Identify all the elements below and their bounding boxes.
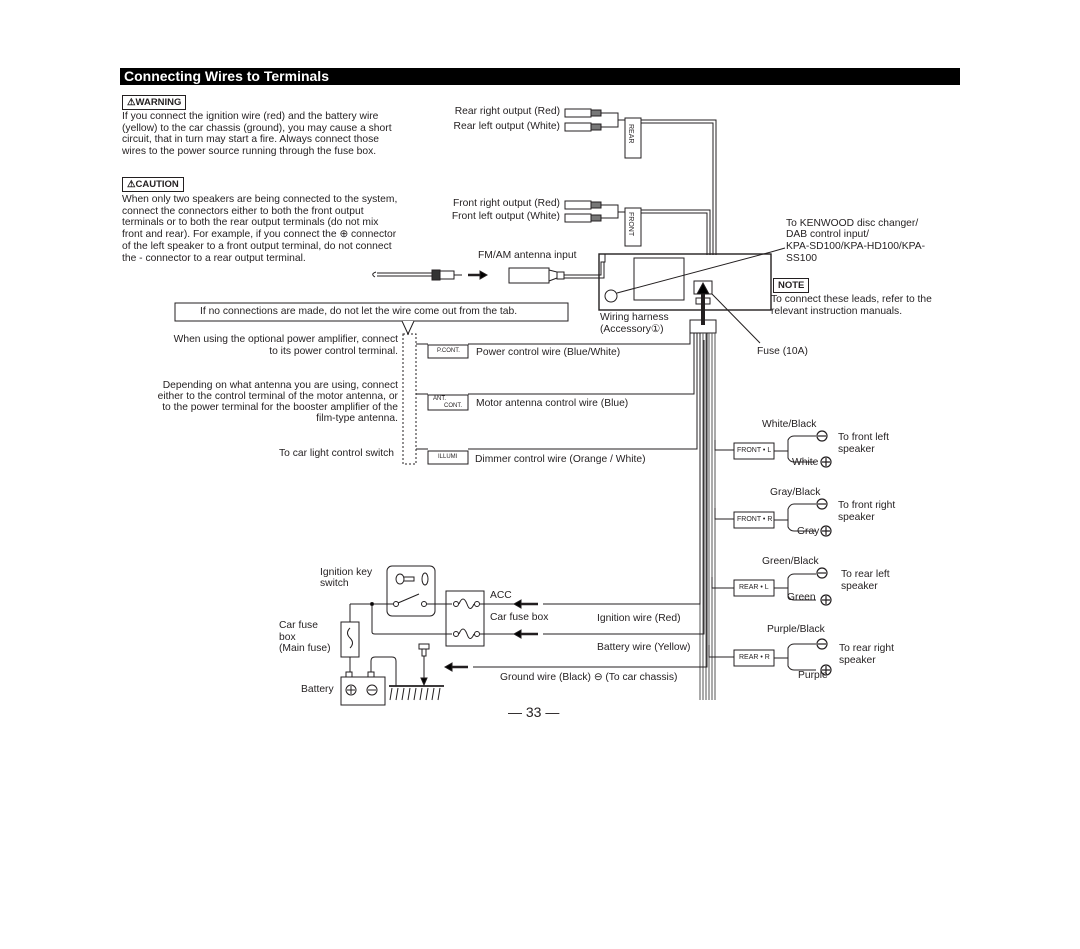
amp-note-line1: When using the optional power amplifier,… bbox=[173, 334, 398, 345]
front-left-rca-tip bbox=[590, 214, 602, 222]
antenna-plug bbox=[431, 269, 441, 281]
p-cont-tag-text: P.CONT. bbox=[437, 348, 460, 354]
ant-tag-text1: ANT. bbox=[433, 396, 447, 402]
motor-antenna-wire-label: Motor antenna control wire (Blue) bbox=[476, 398, 629, 409]
changer-line3: KPA-SD100/KPA-HD100/KPA- bbox=[786, 241, 926, 252]
car-fuse-box bbox=[445, 590, 485, 647]
rear-left-rca-tip bbox=[590, 123, 602, 131]
front-right-rca-plug bbox=[564, 200, 592, 210]
fuse-label: Fuse (10A) bbox=[757, 346, 808, 357]
rear-r-dest1: To rear right bbox=[839, 643, 894, 654]
front-l-tag: FRONT • L bbox=[737, 447, 772, 454]
rear-left-rca-plug bbox=[564, 122, 592, 132]
front-left-output-label: Front left output (White) bbox=[451, 211, 560, 222]
ant-note-line2: either to the control terminal of the mo… bbox=[157, 391, 398, 402]
antenna-socket bbox=[508, 267, 550, 284]
front-right-output-label: Front right output (Red) bbox=[452, 198, 560, 209]
front-r-dest2: speaker bbox=[838, 512, 875, 523]
tab-dotted bbox=[402, 333, 417, 465]
ignition-key-label1: Ignition key bbox=[320, 567, 373, 578]
rear-l-tag: REAR • L bbox=[739, 584, 769, 591]
battery-label: Battery bbox=[301, 684, 334, 695]
ground-bolt bbox=[418, 643, 430, 650]
ant-tag-text2: CONT. bbox=[444, 403, 462, 409]
note-label: NOTE bbox=[773, 278, 810, 293]
front-r-neg-label: Gray/Black bbox=[770, 487, 821, 498]
rear-r-tag: REAR • R bbox=[739, 654, 770, 661]
front-r-dest1: To front right bbox=[838, 500, 896, 511]
rear-right-rca-plug bbox=[564, 108, 592, 118]
light-note: To car light control switch bbox=[278, 448, 394, 459]
rear-r-dest2: speaker bbox=[839, 655, 876, 666]
front-left-rca-plug bbox=[564, 213, 592, 223]
note-line2: relevant instruction manuals. bbox=[771, 306, 903, 317]
head-unit-display bbox=[633, 257, 685, 301]
rear-tag: REAR bbox=[627, 124, 634, 144]
main-fuse bbox=[340, 621, 360, 658]
page-number: — 33 — bbox=[508, 704, 560, 720]
tab-note: If no connections are made, do not let t… bbox=[200, 306, 518, 317]
amp-note-line2: to its power control terminal. bbox=[269, 346, 398, 357]
ignition-key-label2: switch bbox=[320, 578, 349, 589]
ant-note-line1: Depending on what antenna you are using,… bbox=[162, 380, 398, 391]
front-l-dest1: To front left bbox=[838, 432, 889, 443]
acc-label: ACC bbox=[490, 590, 512, 601]
battery bbox=[340, 676, 386, 706]
main-fuse-label2: box bbox=[279, 632, 296, 643]
front-l-dest2: speaker bbox=[838, 444, 875, 455]
front-right-rca-tip bbox=[590, 201, 602, 209]
ground-wire-label: Ground wire (Black) ⊖ (To car chassis) bbox=[500, 672, 678, 683]
rear-r-neg-label: Purple/Black bbox=[767, 624, 825, 635]
front-tag: FRONT bbox=[627, 212, 634, 237]
main-fuse-label3: (Main fuse) bbox=[279, 643, 331, 654]
ignition-key-switch bbox=[386, 565, 436, 617]
rear-r-pos-label: Purple bbox=[798, 670, 828, 681]
rear-right-output-label: Rear right output (Red) bbox=[454, 106, 560, 117]
power-control-wire-label: Power control wire (Blue/White) bbox=[476, 347, 621, 358]
wiring-diagram bbox=[174, 108, 832, 706]
head-unit bbox=[598, 253, 772, 311]
rear-l-dest1: To rear left bbox=[841, 569, 890, 580]
rear-l-dest2: speaker bbox=[841, 581, 878, 592]
rear-right-rca-tip bbox=[590, 109, 602, 117]
harness-line2: (Accessory①) bbox=[600, 324, 664, 335]
antenna-input-label: FM/AM antenna input bbox=[478, 250, 577, 261]
changer-line4: SS100 bbox=[786, 253, 817, 264]
harness-line1: Wiring harness bbox=[600, 312, 669, 323]
ant-note-line4: film-type antenna. bbox=[316, 413, 398, 424]
changer-line1: To KENWOOD disc changer/ bbox=[786, 218, 919, 229]
ignition-wire-label: Ignition wire (Red) bbox=[597, 613, 681, 624]
front-r-pos-label: Gray bbox=[797, 526, 820, 537]
rear-left-output-label: Rear left output (White) bbox=[453, 121, 560, 132]
illumi-tag-text: ILLUMI bbox=[438, 454, 458, 460]
note-line1: To connect these leads, refer to the bbox=[771, 294, 932, 305]
changer-line2: DAB control input/ bbox=[786, 229, 869, 240]
main-fuse-label1: Car fuse bbox=[279, 620, 318, 631]
front-l-pos-label: White bbox=[792, 457, 819, 468]
din-connector bbox=[604, 289, 618, 303]
battery-wire-label: Battery wire (Yellow) bbox=[597, 642, 691, 653]
rear-l-pos-label: Green bbox=[787, 592, 816, 603]
front-r-tag: FRONT • R bbox=[737, 516, 773, 523]
car-fuse-box-label: Car fuse box bbox=[490, 612, 549, 623]
front-l-neg-label: White/Black bbox=[762, 419, 817, 430]
rear-l-neg-label: Green/Black bbox=[762, 556, 819, 567]
ant-note-line3: to the power terminal for the booster am… bbox=[162, 402, 398, 413]
dimmer-wire-label: Dimmer control wire (Orange / White) bbox=[475, 454, 646, 465]
